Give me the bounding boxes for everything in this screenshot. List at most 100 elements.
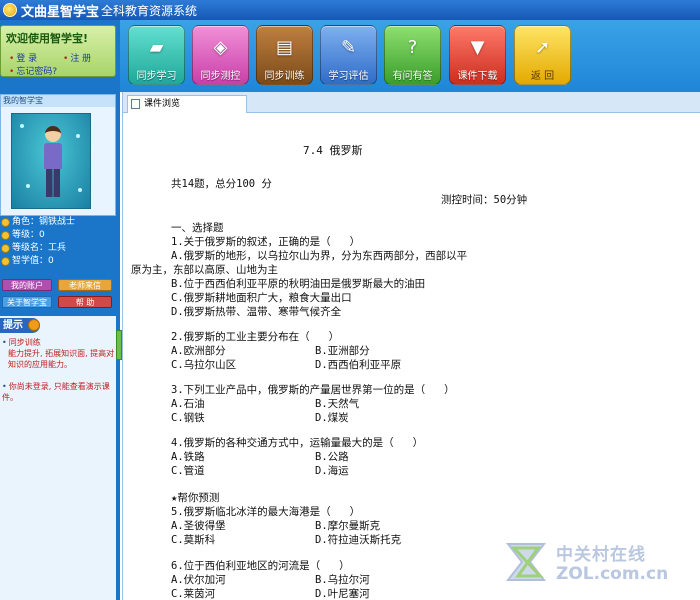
sync-study-button[interactable]: ▰ 同步学习 (128, 25, 185, 85)
zol-watermark: 中关村在线 ZOL.com.cn (500, 530, 700, 600)
question-person-icon: ? (407, 36, 418, 58)
sync-training-label: 同步训练 (264, 71, 305, 82)
question-text: 3.下列工业产品中，俄罗斯的产量居世界第一位的是（ ） (171, 384, 455, 396)
document-icon (131, 99, 140, 109)
study-evaluation-button[interactable]: ✎ 学习评估 (320, 25, 377, 85)
question-text: 5.俄罗斯临北冰洋的最大海港是（ ） (171, 506, 361, 518)
option-text: D.煤炭 (315, 412, 349, 424)
app-title: 文曲星智学宝 (21, 4, 100, 20)
forgot-password-link[interactable]: • 忘记密码? (9, 64, 57, 77)
sparkle-icon (76, 134, 80, 138)
main-toolbar: ▰ 同步学习 ◈ 同步测控 ▤ 同步训练 ✎ 学习评估 ? 有问有答 ▼ 课件下… (120, 20, 700, 92)
option-text: D.叶尼塞河 (315, 588, 370, 600)
sync-training-button[interactable]: ▤ 同步训练 (256, 25, 313, 85)
login-link[interactable]: • 登 录 (9, 51, 37, 64)
question-text: 6.位于西伯利亚地区的河流是（ ） (171, 560, 350, 572)
bullet-icon: • (63, 54, 69, 64)
return-button[interactable]: ➚ 返 回 (514, 25, 571, 85)
study-evaluation-label: 学习评估 (328, 71, 369, 82)
coin-icon (1, 244, 10, 253)
option-text: D.符拉迪沃斯托克 (315, 534, 402, 546)
document-body: 7.4 俄罗斯 共14题，总分100 分 测控时间：50分钟 一、选择题 1.关… (123, 114, 700, 600)
download-icon: ▼ (470, 36, 485, 58)
courseware-download-button[interactable]: ▼ 课件下载 (449, 25, 506, 85)
title-bar: 文曲星智学宝 全科教育资源系统 (0, 0, 700, 20)
sync-study-label: 同步学习 (136, 71, 177, 82)
option-text: A.铁路 (171, 451, 205, 463)
user-stats: 角色：钢铁战士 等级：0 等级名：工兵 智学值：0 (0, 216, 120, 268)
forgot-password-label: 忘记密码? (16, 67, 58, 77)
books-icon: ▤ (275, 36, 293, 58)
avatar (42, 126, 64, 200)
about-button[interactable]: 关于智学宝 (2, 296, 52, 308)
section-heading: ★帮你预测 (171, 492, 220, 504)
option-text: B.天然气 (315, 398, 360, 410)
device-icon: ◈ (213, 36, 228, 58)
option-text: A.石油 (171, 398, 205, 410)
doc-title: 7.4 俄罗斯 (303, 144, 363, 157)
option-text: D.西西伯利亚平原 (315, 359, 402, 371)
sparkle-icon (20, 124, 24, 128)
left-sidebar: 欢迎使用智学宝! • 登 录 • 注 册 • 忘记密码? 我的智学宝 角色：钢铁战士 … (0, 20, 120, 600)
bullet-icon: • (2, 338, 7, 347)
register-link[interactable]: • 注 册 (63, 51, 91, 64)
sparkle-icon (26, 184, 30, 188)
qa-button[interactable]: ? 有问有答 (384, 25, 441, 85)
help-button[interactable]: 帮 助 (58, 296, 112, 308)
option-text: A.俄罗斯的地形，以乌拉尔山为界，分为东西两部分，西部以平 (171, 250, 468, 262)
option-text: B.公路 (315, 451, 349, 463)
stat-level-name: 等级名：工兵 (0, 242, 120, 255)
app-star-icon (3, 3, 17, 17)
book-icon: ▰ (149, 36, 164, 58)
avatar-frame[interactable] (11, 113, 91, 209)
stat-level: 等级：0 (0, 229, 120, 242)
courseware-download-label: 课件下载 (457, 71, 498, 82)
doc-time: 测控时间：50分钟 (441, 194, 528, 206)
doc-summary: 共14题，总分100 分 (171, 178, 272, 190)
stat-role-text: 角色：钢铁战士 (12, 217, 76, 227)
option-text: B.亚洲部分 (315, 345, 370, 357)
tip-item-training-text: 同步训练 (8, 338, 41, 347)
tab-courseware[interactable]: 课件浏览 (127, 95, 247, 113)
tip-item-training: • 同步训练 (2, 337, 114, 348)
coin-icon (1, 231, 10, 240)
option-text: D.海运 (315, 465, 349, 477)
watermark-line2: ZOL.com.cn (556, 564, 669, 584)
tab-bar: 课件浏览 (123, 92, 700, 113)
return-label: 返 回 (530, 71, 555, 82)
option-text: A.伏尔加河 (171, 574, 226, 586)
mascot-panel: 我的智学宝 (0, 94, 116, 216)
my-account-button[interactable]: 我的账户 (2, 279, 52, 291)
tab-courseware-label: 课件浏览 (144, 99, 181, 109)
tip-item-login: • 你尚未登录, 只能查看演示课件。 (2, 381, 114, 403)
section-heading: 一、选择题 (171, 222, 224, 234)
coin-icon (1, 218, 10, 227)
tip-bulb-icon (28, 319, 40, 331)
stat-level-text: 等级：0 (12, 230, 45, 240)
stat-points: 智学值：0 (0, 255, 120, 268)
bullet-icon: • (2, 382, 7, 391)
return-arrow-icon: ➚ (534, 36, 551, 58)
zol-logo-icon (505, 543, 547, 581)
option-text: B.位于西西伯利亚平原的秋明油田是俄罗斯最大的油田 (171, 278, 426, 290)
option-text: C.莫斯科 (171, 534, 216, 546)
tip-training-detail: 能力提升, 拓展知识面, 提高对知识的应用能力。 (8, 349, 115, 369)
tip-item-login-text: 你尚未登录, 只能查看演示课件。 (2, 382, 110, 402)
option-text: C.莱茵河 (171, 588, 216, 600)
qa-label: 有问有答 (392, 71, 433, 82)
welcome-title: 欢迎使用智学宝! (6, 32, 89, 45)
sync-test-button[interactable]: ◈ 同步测控 (192, 25, 249, 85)
stat-role: 角色：钢铁战士 (0, 216, 120, 229)
bullet-icon: • (9, 54, 15, 64)
teacher-letter-button[interactable]: 老师来信 (58, 279, 112, 291)
question-text: 2.俄罗斯的工业主要分布在（ ） (171, 331, 340, 343)
app-subtitle: 全科教育资源系统 (101, 3, 198, 18)
option-text: C.俄罗斯耕地面积广大，粮食大量出口 (171, 292, 352, 304)
option-text: A.圣彼得堡 (171, 520, 226, 532)
bullet-icon: • (9, 67, 15, 77)
content-frame: 课件浏览 7.4 俄罗斯 共14题，总分100 分 测控时间：50分钟 一、选择… (122, 92, 700, 600)
stat-level-name-text: 等级名：工兵 (12, 243, 67, 253)
sparkle-icon (78, 188, 82, 192)
sync-test-label: 同步测控 (200, 71, 241, 82)
watermark-line1: 中关村在线 (556, 545, 646, 565)
